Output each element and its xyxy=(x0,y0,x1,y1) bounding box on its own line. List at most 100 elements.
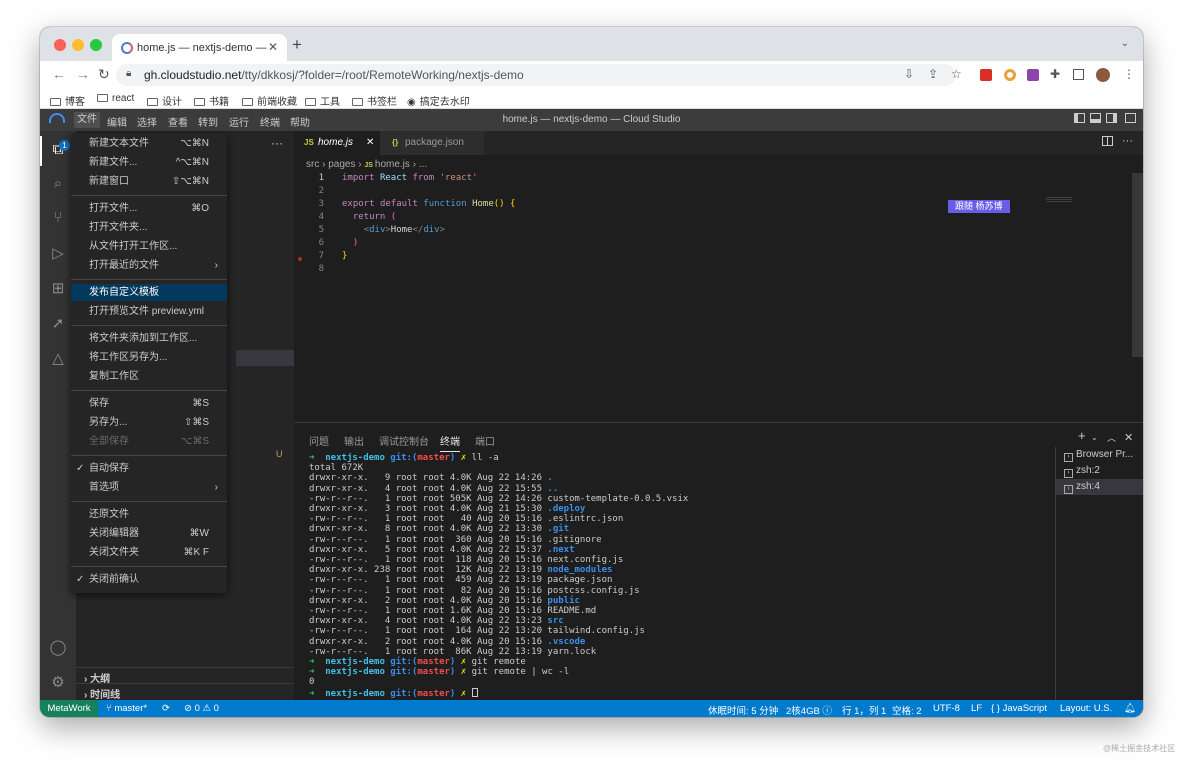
remote-indicator[interactable]: MetaWork xyxy=(40,700,98,717)
follow-user-badge[interactable]: 跟随 杨苏博 xyxy=(948,200,1010,213)
menu-item-save-workspace-as[interactable]: 将工作区另存为... xyxy=(71,349,227,366)
share-icon[interactable]: ⇪ xyxy=(928,67,938,81)
menu-item-open-workspace[interactable]: 从文件打开工作区... xyxy=(71,238,227,255)
minimize-window-button[interactable] xyxy=(72,39,84,51)
tab-package-json[interactable]: {} package.json xyxy=(380,131,484,155)
forward-icon[interactable]: → xyxy=(76,66,90,82)
tab-debug-console[interactable]: 调试控制台 xyxy=(379,433,429,448)
menu-item-preferences[interactable]: 首选项 › xyxy=(71,479,227,496)
bookmark-item[interactable]: ◉ 搞定去水印 xyxy=(407,93,470,108)
menu-item-auto-save[interactable]: ✓ 自动保存 xyxy=(71,460,227,477)
bookmark-star-icon[interactable]: ☆ xyxy=(951,67,962,81)
profile-avatar[interactable] xyxy=(1096,68,1110,82)
terminal-instance[interactable]: › zsh:4 xyxy=(1056,479,1143,495)
problems-status[interactable]: ⊘ 0 ⚠ 0 xyxy=(184,703,219,714)
branch-status[interactable]: ⑂ master* xyxy=(106,703,147,714)
tab-ports[interactable]: 端口 xyxy=(475,433,495,448)
bookmark-item[interactable]: 前端收藏 xyxy=(242,93,297,108)
menu-item-save[interactable]: 保存 ⌘S xyxy=(71,395,227,412)
back-icon[interactable]: ← xyxy=(52,66,66,82)
new-tab-icon[interactable]: + xyxy=(292,35,302,55)
side-panel-icon[interactable] xyxy=(1073,69,1084,80)
search-icon[interactable]: ⌕ xyxy=(49,175,67,193)
menu-item-add-folder-to-workspace[interactable]: 将文件夹添加到工作区... xyxy=(71,330,227,347)
minimap[interactable] xyxy=(1046,197,1072,203)
breadcrumb-item[interactable]: home.js xyxy=(375,159,410,170)
reload-icon[interactable]: ↻ xyxy=(98,66,110,83)
zoom-window-button[interactable] xyxy=(90,39,102,51)
close-panel-icon[interactable]: ✕ xyxy=(1124,431,1133,444)
more-actions-icon[interactable]: ··· xyxy=(271,136,283,150)
extensions-puzzle-icon[interactable]: ✚ xyxy=(1050,67,1060,81)
breadcrumb-item[interactable]: ... xyxy=(419,159,427,170)
sync-icon[interactable]: ⟳ xyxy=(162,703,170,714)
selected-explorer-row[interactable] xyxy=(236,350,294,366)
menu-item-duplicate-workspace[interactable]: 复制工作区 xyxy=(71,368,227,385)
keyboard-layout-status[interactable]: Layout: U.S. xyxy=(1060,703,1112,714)
url-bar[interactable]: 🔒︎ gh.cloudstudio.net/tty/dkkosj/?folder… xyxy=(116,64,956,86)
menu-item-revert-file[interactable]: 还原文件 xyxy=(71,506,227,523)
browser-tab[interactable]: home.js — nextjs-demo — Cloud Studio ✕ xyxy=(112,34,287,61)
tab-home-js[interactable]: JS home.js ✕ xyxy=(294,131,380,155)
close-window-button[interactable] xyxy=(54,39,66,51)
encoding-status[interactable]: UTF-8 xyxy=(933,703,960,714)
close-tab-icon[interactable]: ✕ xyxy=(268,40,278,54)
menu-item-confirm-before-close[interactable]: ✓ 关闭前确认 xyxy=(71,571,227,588)
bookmark-item[interactable]: 工具 xyxy=(305,93,340,108)
menu-item-open-preview[interactable]: 打开预览文件 preview.yml xyxy=(71,303,227,320)
bookmark-item[interactable]: 书籍 xyxy=(194,93,229,108)
menu-item-open-file[interactable]: 打开文件... ⌘O xyxy=(71,200,227,217)
terminal-dropdown-icon[interactable]: ⌄ xyxy=(1091,433,1098,442)
menu-item-close-editor[interactable]: 关闭编辑器 ⌘W xyxy=(71,525,227,542)
extension-purple-icon[interactable] xyxy=(1027,69,1039,81)
indentation-status[interactable]: 空格: 2 xyxy=(892,703,922,717)
tab-terminal[interactable]: 终端 xyxy=(440,433,460,452)
tab-problems[interactable]: 问题 xyxy=(309,433,329,448)
menu-item-open-folder[interactable]: 打开文件夹... xyxy=(71,219,227,236)
breadcrumb-item[interactable]: src xyxy=(306,159,319,170)
settings-gear-icon[interactable]: ⚙ xyxy=(49,673,67,691)
maximize-panel-icon[interactable]: ︿ xyxy=(1107,431,1116,444)
menu-item-publish-template[interactable]: 发布自定义模板 xyxy=(71,284,227,301)
menu-item-new-window[interactable]: 新建窗口 ⇧⌥⌘N xyxy=(71,173,227,190)
bookmark-item[interactable]: 书签栏 xyxy=(352,93,397,108)
eol-status[interactable]: LF xyxy=(971,703,982,714)
breakpoint-marker[interactable] xyxy=(298,257,302,261)
account-icon[interactable]: ◯ xyxy=(49,638,67,656)
rest-time-status[interactable]: 休眠时间: 5 分钟 xyxy=(708,703,778,717)
terminal-instance[interactable]: › Browser Pr... xyxy=(1056,447,1143,463)
language-status[interactable]: { } JavaScript xyxy=(991,703,1047,714)
tab-output[interactable]: 输出 xyxy=(344,433,364,448)
terminal-instance[interactable]: › zsh:2 xyxy=(1056,463,1143,479)
customize-layout-icon[interactable] xyxy=(1125,113,1136,123)
rocket-icon[interactable]: ➚ xyxy=(49,314,67,332)
menu-item-new-text-file[interactable]: 新建文本文件 ⌥⌘N xyxy=(71,135,227,152)
bookmark-item[interactable]: 博客 xyxy=(50,93,85,108)
menu-item-save-as[interactable]: 另存为... ⇧⌘S xyxy=(71,414,227,431)
toggle-secondary-sidebar-icon[interactable] xyxy=(1106,113,1117,123)
menu-item-new-file[interactable]: 新建文件... ^⌥⌘N xyxy=(71,154,227,171)
editor-more-icon[interactable]: ··· xyxy=(1122,135,1133,147)
machine-status[interactable]: 2核4GB ⓘ xyxy=(786,703,832,717)
shapes-icon[interactable]: △ xyxy=(49,349,67,367)
editor-scrollbar[interactable] xyxy=(1132,173,1143,357)
install-app-icon[interactable]: ⇩ xyxy=(904,67,914,81)
timeline-section[interactable]: › 时间线 xyxy=(84,686,120,701)
toggle-sidebar-icon[interactable] xyxy=(1074,113,1085,123)
run-debug-icon[interactable]: ▷ xyxy=(49,244,67,262)
browser-menu-icon[interactable]: ⋮ xyxy=(1123,67,1135,81)
extension-color-icon[interactable] xyxy=(1004,69,1016,81)
notifications-bell-icon[interactable]: 🔔︎ xyxy=(1124,703,1136,714)
split-editor-icon[interactable] xyxy=(1102,136,1113,146)
bookmark-item[interactable]: 设计 xyxy=(147,93,182,108)
source-control-icon[interactable]: ⑂ xyxy=(49,209,67,227)
bookmark-item[interactable]: react xyxy=(97,93,134,104)
tab-search-chevron-icon[interactable]: ⌄ xyxy=(1121,38,1129,49)
extension-fe-icon[interactable] xyxy=(980,69,992,81)
menu-item-open-recent[interactable]: 打开最近的文件 › xyxy=(71,257,227,274)
extensions-icon[interactable]: ⊞ xyxy=(49,279,67,297)
cursor-position[interactable]: 行 1，列 1 xyxy=(842,703,886,717)
close-tab-icon[interactable]: ✕ xyxy=(366,137,374,148)
new-terminal-icon[interactable]: + xyxy=(1078,428,1086,443)
breadcrumb-item[interactable]: pages xyxy=(328,159,355,170)
